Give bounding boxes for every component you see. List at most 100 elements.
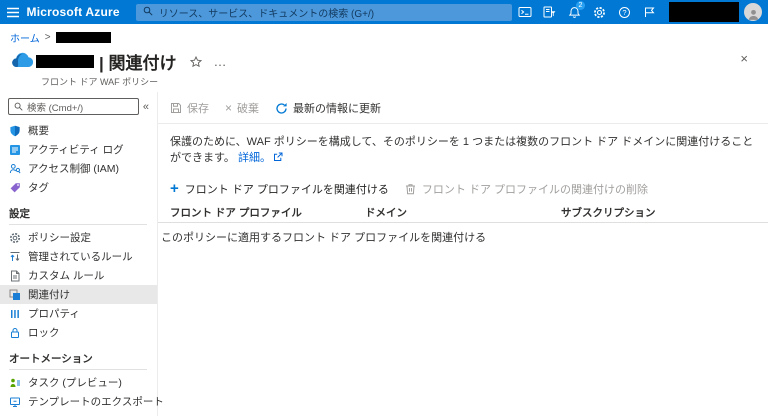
shield-icon xyxy=(10,125,20,136)
column-frontdoor-profile[interactable]: フロント ドア プロファイル xyxy=(170,205,365,220)
svg-text:?: ? xyxy=(622,8,626,17)
global-search-placeholder: リソース、サービス、ドキュメントの検索 (G+/) xyxy=(158,8,375,20)
description-text: 保護のために、WAF ポリシーを構成して、そのポリシーを 1 つまたは複数のフロ… xyxy=(170,135,756,168)
export-template-icon xyxy=(10,397,20,407)
save-button[interactable]: 保存 xyxy=(170,100,209,116)
sidebar-item-properties[interactable]: プロパティ xyxy=(0,304,157,323)
settings-gear-icon[interactable] xyxy=(587,0,612,24)
associate-profile-button[interactable]: + フロント ドア プロファイルを関連付ける xyxy=(170,181,389,197)
sidebar-item-label: プロパティ xyxy=(28,308,80,320)
sidebar-item-label: 関連付け xyxy=(28,289,70,301)
save-icon xyxy=(171,103,181,113)
page-subtitle: フロント ドア WAF ポリシー xyxy=(41,77,159,87)
remove-association-label: フロント ドア プロファイルの関連付けの削除 xyxy=(421,183,649,196)
refresh-icon xyxy=(276,102,287,114)
sidebar-item-label: アクティビティ ログ xyxy=(28,144,124,156)
search-icon xyxy=(143,3,153,21)
sidebar-item-label: タグ xyxy=(28,182,49,194)
managed-rules-icon xyxy=(10,251,20,261)
sidebar-item-overview[interactable]: 概要 xyxy=(0,121,157,140)
page-header: | 関連付け … フロント ドア WAF ポリシー × xyxy=(0,46,768,88)
sidebar-item-associations[interactable]: 関連付け xyxy=(0,285,157,304)
redacted-account-name xyxy=(669,2,739,22)
tasks-icon xyxy=(10,378,20,387)
avatar[interactable] xyxy=(744,3,762,21)
hamburger-menu-icon[interactable] xyxy=(0,0,27,24)
associate-profile-label: フロント ドア プロファイルを関連付ける xyxy=(184,183,389,196)
topbar-icon-group: 2 ? xyxy=(512,0,768,24)
lock-icon xyxy=(11,327,19,338)
refresh-label: 最新の情報に更新 xyxy=(293,103,382,115)
sidebar-item-label: カスタム ルール xyxy=(28,270,105,282)
refresh-button[interactable]: 最新の情報に更新 xyxy=(275,100,381,116)
sidebar-item-tasks-preview[interactable]: タスク (プレビュー) xyxy=(0,373,157,392)
sidebar-search-input[interactable]: 検索 (Cmd+/) xyxy=(8,98,139,115)
properties-icon xyxy=(11,309,19,318)
discard-button[interactable]: × 破棄 xyxy=(225,100,259,116)
collapse-menu-icon[interactable]: « xyxy=(139,101,153,113)
sidebar-group-support: サポート + トラブルシューティング xyxy=(0,411,157,416)
sidebar-item-activity-log[interactable]: アクティビティ ログ xyxy=(0,140,157,159)
column-domain[interactable]: ドメイン xyxy=(365,205,561,220)
sidebar-item-label: テンプレートのエクスポート xyxy=(28,396,164,408)
discard-icon: × xyxy=(225,101,233,115)
associations-panel: 保存 × 破棄 最新の情報に更新 保護のために、WAF ポリシーを構成して、その… xyxy=(158,92,768,416)
more-options-icon[interactable]: … xyxy=(213,55,227,68)
discard-label: 破棄 xyxy=(237,103,260,115)
sidebar-search-placeholder: 検索 (Cmd+/) xyxy=(27,102,84,114)
plus-icon: + xyxy=(170,179,179,197)
directory-filter-icon[interactable] xyxy=(537,0,562,24)
divider xyxy=(9,224,147,225)
sidebar-item-label: ロック xyxy=(28,327,60,339)
notifications-bell-icon[interactable]: 2 xyxy=(562,0,587,24)
sidebar-item-access-control[interactable]: アクセス制御 (IAM) xyxy=(0,159,157,178)
command-toolbar: 保存 × 破棄 最新の情報に更新 xyxy=(158,92,768,124)
sidebar-item-label: ポリシー設定 xyxy=(28,232,91,244)
breadcrumb-home-link[interactable]: ホーム xyxy=(10,30,40,45)
breadcrumb: ホーム > xyxy=(0,24,768,46)
gear-icon xyxy=(10,232,20,243)
tag-icon xyxy=(10,182,20,192)
sidebar-item-label: アクセス制御 (IAM) xyxy=(28,163,120,175)
sidebar-item-locks[interactable]: ロック xyxy=(0,323,157,342)
external-link-icon xyxy=(273,152,283,168)
custom-rules-icon xyxy=(11,270,20,281)
sidebar-item-label: 概要 xyxy=(28,125,49,137)
favorite-star-icon[interactable] xyxy=(190,55,203,68)
table-header-row: フロント ドア プロファイル ドメイン サブスクリプション xyxy=(158,204,768,223)
close-blade-icon[interactable]: × xyxy=(740,51,748,66)
breadcrumb-separator: > xyxy=(44,32,51,43)
notification-badge: 2 xyxy=(576,1,585,10)
search-icon xyxy=(14,98,23,116)
page-title: | 関連付け xyxy=(99,54,177,73)
blade-menu-sidebar: 検索 (Cmd+/) « 概要 アクティビティ ログ アクセス制御 (IAM) … xyxy=(0,92,164,416)
feedback-icon[interactable] xyxy=(637,0,662,24)
remove-association-button[interactable]: フロント ドア プロファイルの関連付けの削除 xyxy=(405,181,648,197)
redacted-policy-name xyxy=(36,55,94,68)
sidebar-group-automation: オートメーション xyxy=(9,353,93,365)
sidebar-item-policy-settings[interactable]: ポリシー設定 xyxy=(0,228,157,247)
sidebar-item-label: タスク (プレビュー) xyxy=(28,377,122,389)
sidebar-group-settings: 設定 xyxy=(9,208,30,220)
activity-log-icon xyxy=(10,144,20,155)
learn-more-link[interactable]: 詳細。 xyxy=(238,152,271,164)
access-control-icon xyxy=(9,163,21,173)
table-empty-state-link[interactable]: このポリシーに適用するフロント ドア プロファイルを関連付ける xyxy=(158,223,768,245)
table-command-row: + フロント ドア プロファイルを関連付ける フロント ドア プロファイルの関連… xyxy=(170,181,768,197)
associations-icon xyxy=(9,289,20,300)
column-subscription[interactable]: サブスクリプション xyxy=(561,205,768,220)
sidebar-item-label: 管理されているルール xyxy=(28,251,133,263)
sidebar-item-export-template[interactable]: テンプレートのエクスポート xyxy=(0,392,164,411)
cloud-shell-icon[interactable] xyxy=(512,0,537,24)
global-search-input[interactable]: リソース、サービス、ドキュメントの検索 (G+/) xyxy=(135,3,512,21)
sidebar-item-custom-rules[interactable]: カスタム ルール xyxy=(0,266,157,285)
waf-policy-icon xyxy=(10,50,34,74)
azure-top-bar: Microsoft Azure リソース、サービス、ドキュメントの検索 (G+/… xyxy=(0,0,768,24)
redacted-resource-name xyxy=(55,32,111,43)
sidebar-item-tags[interactable]: タグ xyxy=(0,178,157,197)
save-label: 保存 xyxy=(187,103,209,115)
azure-brand[interactable]: Microsoft Azure xyxy=(27,5,120,19)
sidebar-item-managed-rules[interactable]: 管理されているルール xyxy=(0,247,157,266)
trash-icon xyxy=(405,184,415,195)
help-icon[interactable]: ? xyxy=(612,0,637,24)
